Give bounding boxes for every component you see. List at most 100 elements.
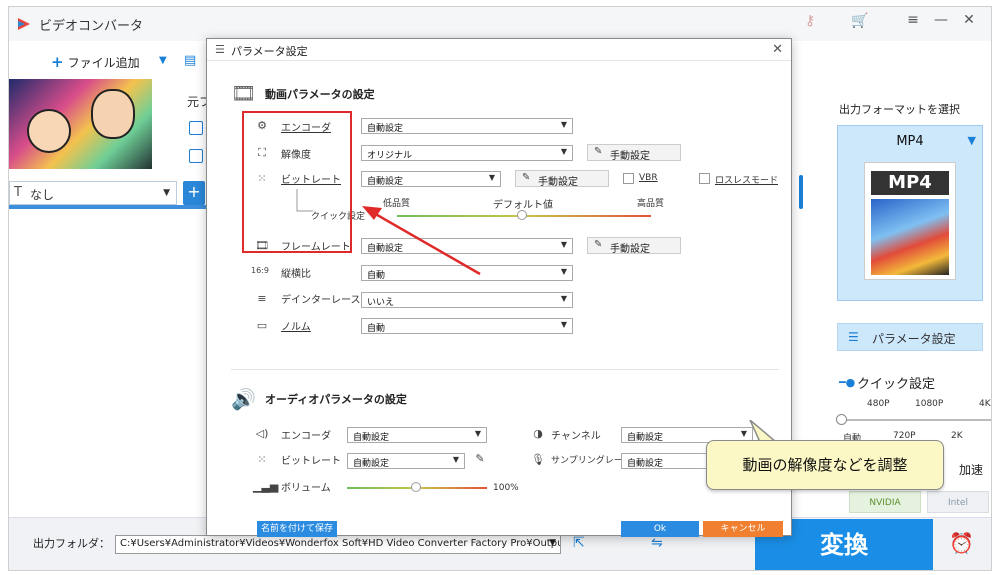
sampling-rate-value: 自動設定 (627, 459, 664, 469)
intel-badge[interactable]: Intel (927, 491, 989, 513)
audio-bitrate-label: ビットレート (281, 456, 341, 467)
tick-480p: 480P (867, 399, 890, 409)
app-logo-icon (18, 18, 30, 30)
add-file-dropdown-icon[interactable]: ▼ (159, 55, 167, 66)
sliders-icon: ☰ (848, 330, 859, 344)
video-thumbnail[interactable] (9, 79, 152, 169)
deinterlace-select[interactable]: いいえ ▼ (361, 292, 573, 308)
audio-encoder-label: エンコーダ (281, 431, 331, 442)
tick-1080p: 1080P (915, 399, 944, 409)
vbr-label[interactable]: VBR (639, 173, 658, 183)
subtitle-select[interactable]: T なし ▼ (9, 181, 177, 205)
resolution-select[interactable]: オリジナル ▼ (361, 145, 573, 161)
output-folder-label: 出力フォルダ： (33, 537, 110, 550)
format-title: 出力フォーマットを選択 (839, 103, 960, 116)
aspect-ratio-value: 自動 (367, 271, 386, 281)
open-folder-icon[interactable]: ⇱ (573, 535, 585, 551)
tick-4k: 4K (979, 399, 991, 409)
close-button[interactable]: ✕ (959, 12, 979, 28)
audio-encoder-select[interactable]: 自動設定 ▼ (347, 427, 487, 443)
lossless-label[interactable]: ロスレスモード (715, 173, 778, 186)
pencil-icon[interactable]: ✎ (471, 452, 489, 465)
norm-select[interactable]: 自動 ▼ (361, 318, 573, 334)
manual-label: 手動設定 (538, 177, 578, 188)
add-folder-icon[interactable]: ▤ (184, 53, 196, 68)
save-as-button[interactable]: 名前を付けて保存 (257, 521, 337, 537)
quick-slider-track[interactable] (841, 419, 991, 421)
aspect-ratio-select[interactable]: 自動 ▼ (361, 265, 573, 281)
output-path-select[interactable]: C:¥Users¥Administrator¥Videos¥Wonderfox … (115, 535, 561, 554)
tick-2k: 2K (951, 431, 963, 441)
merge-icon[interactable]: ⇋ (651, 535, 663, 551)
format-selector[interactable]: MP4 ▼ MP4 (837, 125, 983, 301)
toolbar: + ファイル追加 ▼ ▤ (9, 41, 209, 81)
accel-label: 加速 (959, 463, 984, 477)
format-image-label: MP4 (871, 171, 949, 195)
quality-slider-knob[interactable] (517, 210, 527, 220)
aspect-ratio-icon: 16:9 (251, 266, 269, 275)
key-icon[interactable]: ⚷ (805, 13, 815, 29)
dialog-close-icon[interactable]: ✕ (772, 42, 783, 57)
pencil-icon: ✎ (594, 239, 603, 250)
subtitle-edit-icon[interactable] (189, 149, 203, 163)
section-divider (231, 369, 779, 370)
chevron-down-icon: ▼ (967, 134, 976, 147)
vbr-checkbox[interactable] (623, 173, 634, 184)
pencil-icon: ✎ (522, 172, 531, 183)
lossless-checkbox[interactable] (699, 173, 710, 184)
quality-high-label: 高品質 (637, 199, 665, 209)
selection-bar (9, 205, 209, 209)
text-icon: T (14, 185, 22, 200)
video-encoder-value: 自動設定 (367, 124, 404, 134)
dialog-title-bar: ☰ パラメータ設定 ✕ (207, 39, 791, 61)
parameter-settings-label: パラメータ設定 (872, 332, 956, 346)
minimize-button[interactable]: — (931, 12, 951, 28)
norm-value: 自動 (367, 324, 386, 334)
film-gear-icon: 🎞 (231, 81, 257, 105)
bitrate-manual-button[interactable]: ✎ 手動設定 (515, 170, 609, 188)
nvidia-badge[interactable]: NVIDIA (849, 491, 921, 513)
annotation-callout: 動画の解像度などを調整 (706, 440, 944, 490)
framerate-select[interactable]: 自動設定 ▼ (361, 238, 573, 254)
microphone-icon: 🎙 (531, 453, 545, 466)
format-image: MP4 (864, 162, 956, 280)
scrollbar[interactable] (799, 175, 803, 209)
parameter-settings-button[interactable]: ☰ パラメータ設定 (837, 323, 983, 351)
framerate-manual-button[interactable]: ✎ 手動設定 (587, 237, 681, 255)
audio-bitrate-icon: ⁙ (257, 453, 267, 466)
cart-icon[interactable]: 🛒 (851, 13, 868, 29)
cancel-button[interactable]: キャンセル (703, 521, 783, 537)
volume-label: ボリューム (281, 483, 331, 494)
balloon-picture (871, 199, 949, 275)
subtitle-value: なし (30, 188, 55, 202)
audio-bitrate-select[interactable]: 自動設定 ▼ (347, 453, 465, 469)
output-path-value: C:¥Users¥Administrator¥Videos¥Wonderfox … (120, 538, 561, 549)
volume-icon: ▁▃▅ (253, 480, 279, 493)
quality-default-label: デフォルト値 (493, 200, 553, 211)
manual-label: 手動設定 (610, 244, 650, 255)
audio-encoder-value: 自動設定 (353, 433, 390, 443)
video-bitrate-value: 自動設定 (367, 177, 404, 187)
speaker-gear-icon: 🔊 (231, 387, 256, 411)
channel-icon: ◑ (533, 427, 543, 440)
video-bitrate-select[interactable]: 自動設定 ▼ (361, 171, 501, 187)
deinterlace-icon: ≡ (257, 292, 267, 305)
ok-button[interactable]: Ok (621, 521, 699, 537)
title-bar: ビデオコンバータ ⚷ 🛒 ≡ — ✕ (9, 7, 991, 41)
add-subtitle-button[interactable]: + (183, 181, 205, 205)
format-name: MP4 (896, 134, 924, 149)
alarm-icon[interactable]: ⏰ (949, 531, 974, 555)
video-encoder-select[interactable]: 自動設定 ▼ (361, 118, 573, 134)
menu-icon[interactable]: ≡ (903, 12, 923, 28)
audio-encoder-icon: ◁) (255, 427, 269, 440)
deinterlace-value: いいえ (367, 298, 395, 308)
resolution-manual-button[interactable]: ✎ 手動設定 (587, 144, 681, 162)
resolution-value: オリジナル (367, 151, 413, 161)
norm-label[interactable]: ノルム (281, 318, 311, 333)
highlight-box (242, 111, 352, 253)
quick-slider-knob[interactable] (836, 414, 847, 425)
add-file-button[interactable]: + ファイル追加 (51, 53, 140, 71)
video-edit-icon[interactable] (189, 121, 203, 135)
volume-slider-knob[interactable] (411, 482, 421, 492)
quick-setting-icon: ━● (839, 376, 856, 389)
